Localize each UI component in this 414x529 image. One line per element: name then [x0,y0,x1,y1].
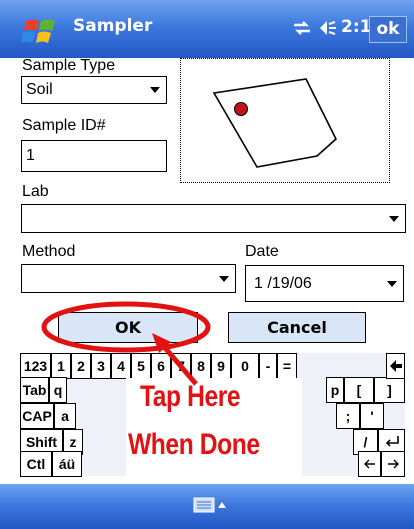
annotation-overlay [41,301,211,386]
screen: Sampler 2:10 ok Sample Type Soil Sample … [0,0,414,529]
annotation-arrow [158,340,198,386]
keyboard-toggle-icon[interactable] [193,496,229,514]
highlight-ellipse [41,301,211,353]
